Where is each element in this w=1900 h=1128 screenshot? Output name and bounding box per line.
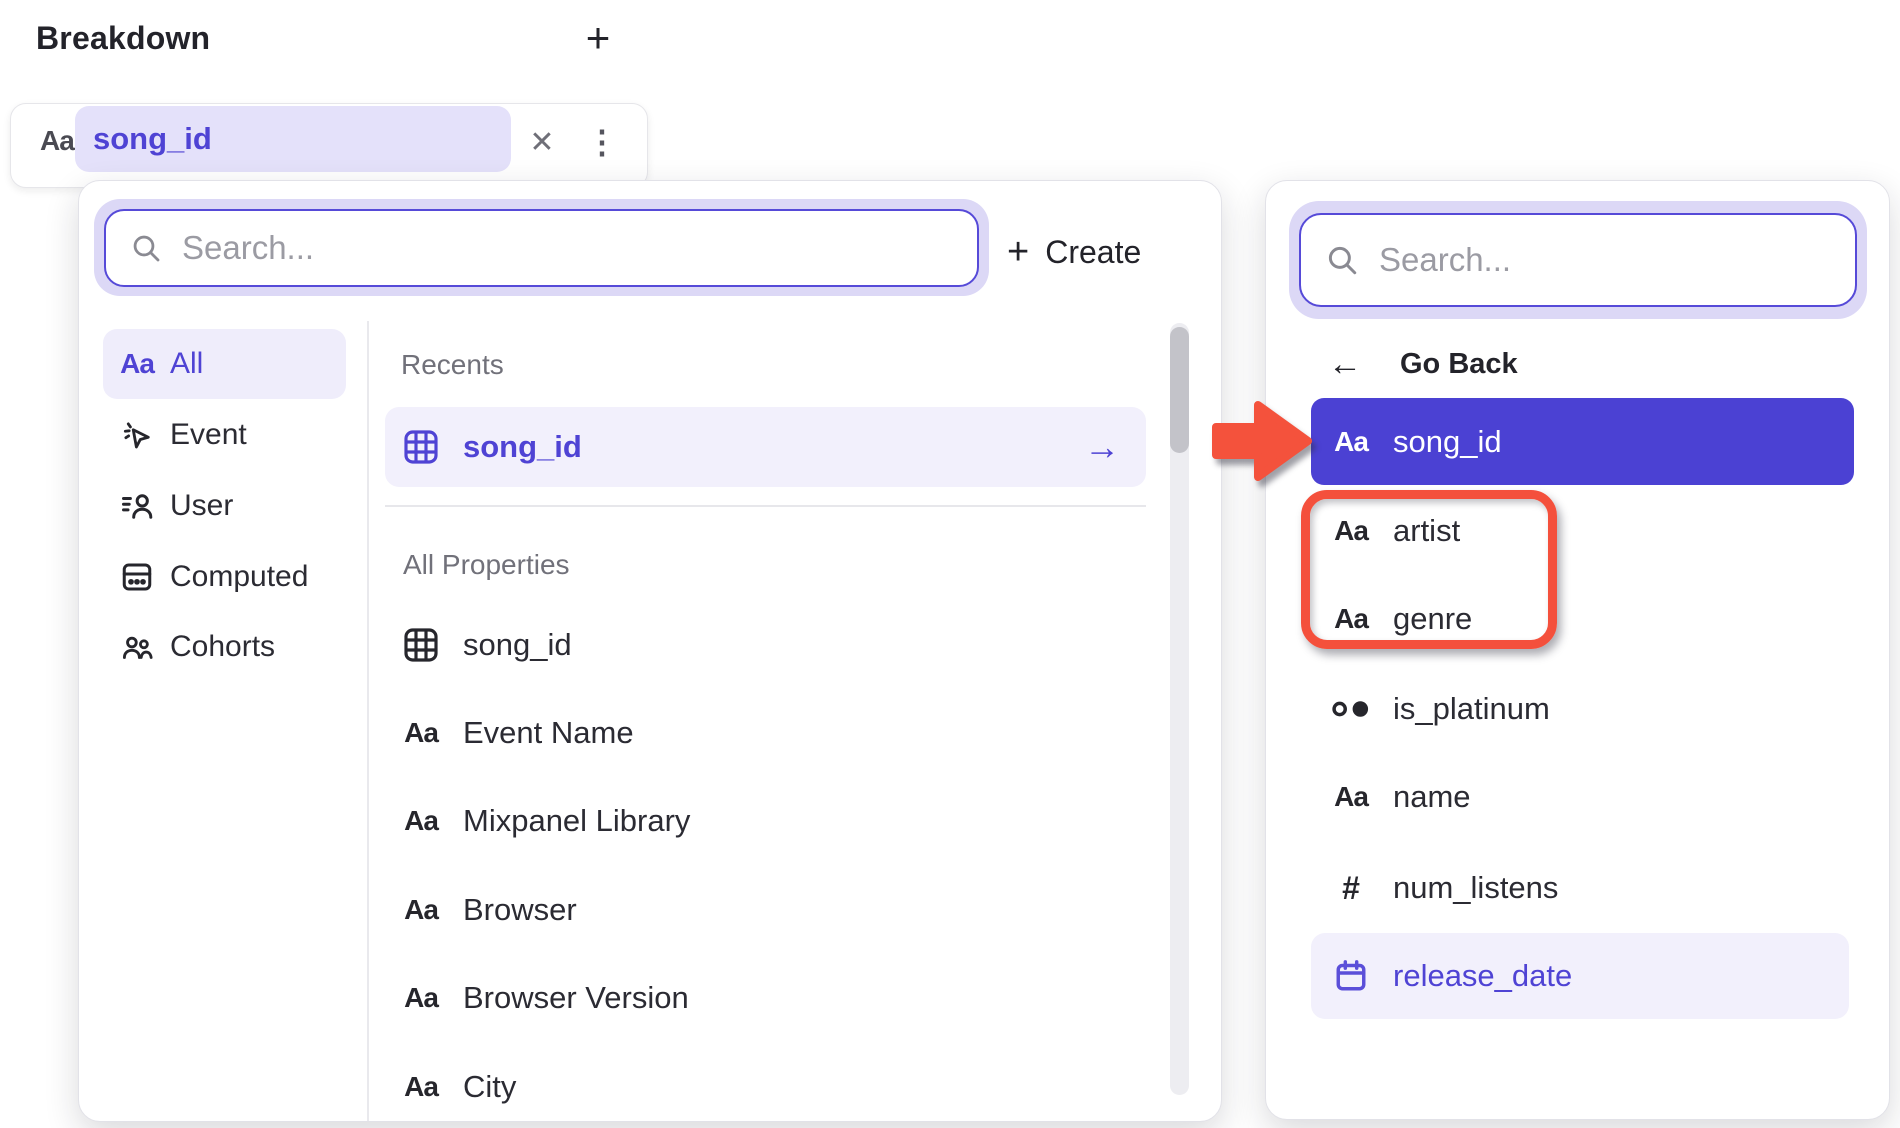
number-icon: # (1329, 870, 1373, 907)
property-browser-version[interactable]: Aa Browser Version (385, 954, 1146, 1042)
scrollbar-track[interactable] (1170, 323, 1189, 1095)
sidebar-item-user[interactable]: User (103, 471, 346, 541)
text-type-icon: Aa (399, 894, 443, 926)
boolean-icon (1329, 695, 1373, 723)
property-event-name[interactable]: Aa Event Name (385, 689, 1146, 777)
text-type-icon: Aa (399, 717, 443, 749)
create-button[interactable]: + Create (1007, 223, 1192, 281)
scrollbar-thumb[interactable] (1170, 327, 1189, 453)
drill-in-arrow-icon: → (1084, 426, 1120, 468)
cohorts-icon (118, 629, 156, 665)
property-mixpanel-library[interactable]: Aa Mixpanel Library (385, 777, 1146, 865)
breakdown-title: Breakdown (36, 20, 210, 57)
search-icon (130, 232, 162, 264)
table-grid-icon (399, 427, 443, 467)
section-divider (385, 505, 1146, 507)
text-type-icon: Aa (1329, 426, 1373, 458)
text-type-icon: Aa (399, 805, 443, 837)
search-input[interactable] (182, 229, 977, 267)
calendar-icon (1329, 958, 1373, 994)
property-browser[interactable]: Aa Browser (385, 866, 1146, 954)
all-properties-heading: All Properties (403, 549, 570, 581)
chip-menu-icon[interactable]: ⋮ (586, 122, 618, 162)
event-cursor-icon (118, 417, 156, 453)
search-icon (1325, 243, 1359, 277)
breakdown-chip[interactable]: song_id (75, 106, 511, 172)
sidebar-item-cohorts[interactable]: Cohorts (103, 612, 346, 682)
property-song-id[interactable]: song_id (385, 601, 1146, 689)
sidebar-item-event[interactable]: Event (103, 400, 346, 470)
sidebar-divider (367, 321, 369, 1121)
go-back-button[interactable]: ← Go Back (1316, 339, 1736, 389)
plus-icon: + (1007, 233, 1029, 271)
recents-heading: Recents (401, 349, 504, 381)
text-type-icon: Aa (399, 982, 443, 1014)
text-type-icon: Aa (399, 1071, 443, 1103)
computed-icon (118, 559, 156, 595)
subprop-num-listens[interactable]: # num_listens (1311, 844, 1854, 932)
subprop-release-date[interactable]: release_date (1311, 933, 1849, 1019)
property-picker-panel: + Create Aa All Event (78, 180, 1222, 1122)
user-icon (118, 488, 156, 524)
subprop-artist[interactable]: Aa artist (1311, 487, 1854, 575)
search-field (1299, 213, 1857, 307)
table-grid-icon (399, 625, 443, 665)
text-type-icon: Aa (118, 348, 156, 380)
chip-type-icon: Aa (40, 125, 74, 157)
subprop-song-id-selected[interactable]: Aa song_id (1311, 398, 1854, 485)
search-input[interactable] (1379, 241, 1855, 279)
text-type-icon: Aa (1329, 603, 1373, 635)
sidebar-item-computed[interactable]: Computed (103, 542, 346, 612)
subprop-is-platinum[interactable]: is_platinum (1311, 665, 1854, 753)
subprop-name[interactable]: Aa name (1311, 753, 1854, 841)
property-value-panel: ← Go Back Aa song_id Aa artist Aa genre … (1265, 180, 1890, 1120)
search-field (104, 209, 979, 287)
text-type-icon: Aa (1329, 781, 1373, 813)
chip-value: song_id (93, 121, 212, 157)
sidebar-item-all[interactable]: Aa All (103, 329, 346, 399)
mixpanel-breakdown-screen: Breakdown + Aa song_id ✕ ⋮ + Create Aa A… (0, 0, 1900, 1128)
add-breakdown-button[interactable]: + (572, 12, 624, 64)
recent-property-song-id[interactable]: song_id → (385, 407, 1146, 487)
subprop-genre[interactable]: Aa genre (1311, 575, 1854, 663)
text-type-icon: Aa (1329, 515, 1373, 547)
chip-remove-icon[interactable]: ✕ (524, 124, 560, 160)
back-arrow-icon: ← (1328, 345, 1362, 384)
property-city[interactable]: Aa City (385, 1043, 1146, 1128)
